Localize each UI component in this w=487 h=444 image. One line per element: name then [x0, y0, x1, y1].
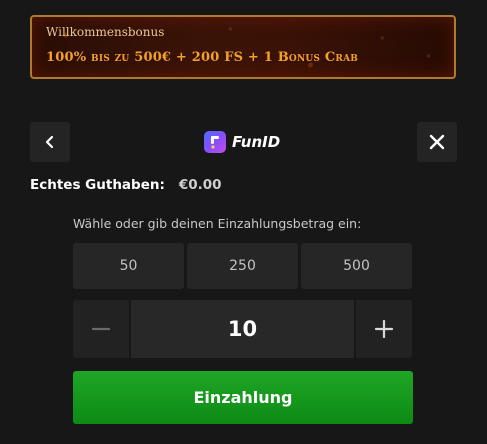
preset-amount-250[interactable]: 250 — [187, 243, 298, 289]
plus-icon — [374, 319, 394, 339]
preset-amount-50[interactable]: 50 — [73, 243, 184, 289]
amount-prompt: Wähle oder gib deinen Einzahlungsbetrag … — [73, 216, 362, 231]
chevron-left-icon — [45, 135, 54, 149]
minus-icon — [91, 327, 111, 331]
deposit-button[interactable]: Einzahlung — [73, 371, 413, 424]
brand-name: FunID — [232, 133, 281, 151]
balance-row: Echtes Guthaben: €0.00 — [30, 177, 222, 193]
balance-value: €0.00 — [178, 177, 222, 193]
preset-amount-500[interactable]: 500 — [301, 243, 412, 289]
increment-button[interactable] — [356, 300, 412, 358]
funid-brand: FunID — [204, 130, 280, 154]
balance-label: Echtes Guthaben: — [30, 177, 165, 193]
funid-logo-icon — [204, 131, 226, 153]
close-button[interactable] — [417, 122, 457, 162]
bonus-offer: 100% bis zu 500€ + 200 FS + 1 Bonus Crab — [46, 50, 359, 65]
back-button[interactable] — [30, 122, 70, 162]
decrement-button[interactable] — [73, 300, 129, 358]
amount-input[interactable] — [131, 300, 354, 358]
deposit-page: Willkommensbonus 100% bis zu 500€ + 200 … — [0, 0, 487, 444]
welcome-bonus-banner[interactable]: Willkommensbonus 100% bis zu 500€ + 200 … — [30, 15, 456, 79]
bonus-title: Willkommensbonus — [46, 25, 165, 39]
close-icon — [429, 134, 445, 150]
